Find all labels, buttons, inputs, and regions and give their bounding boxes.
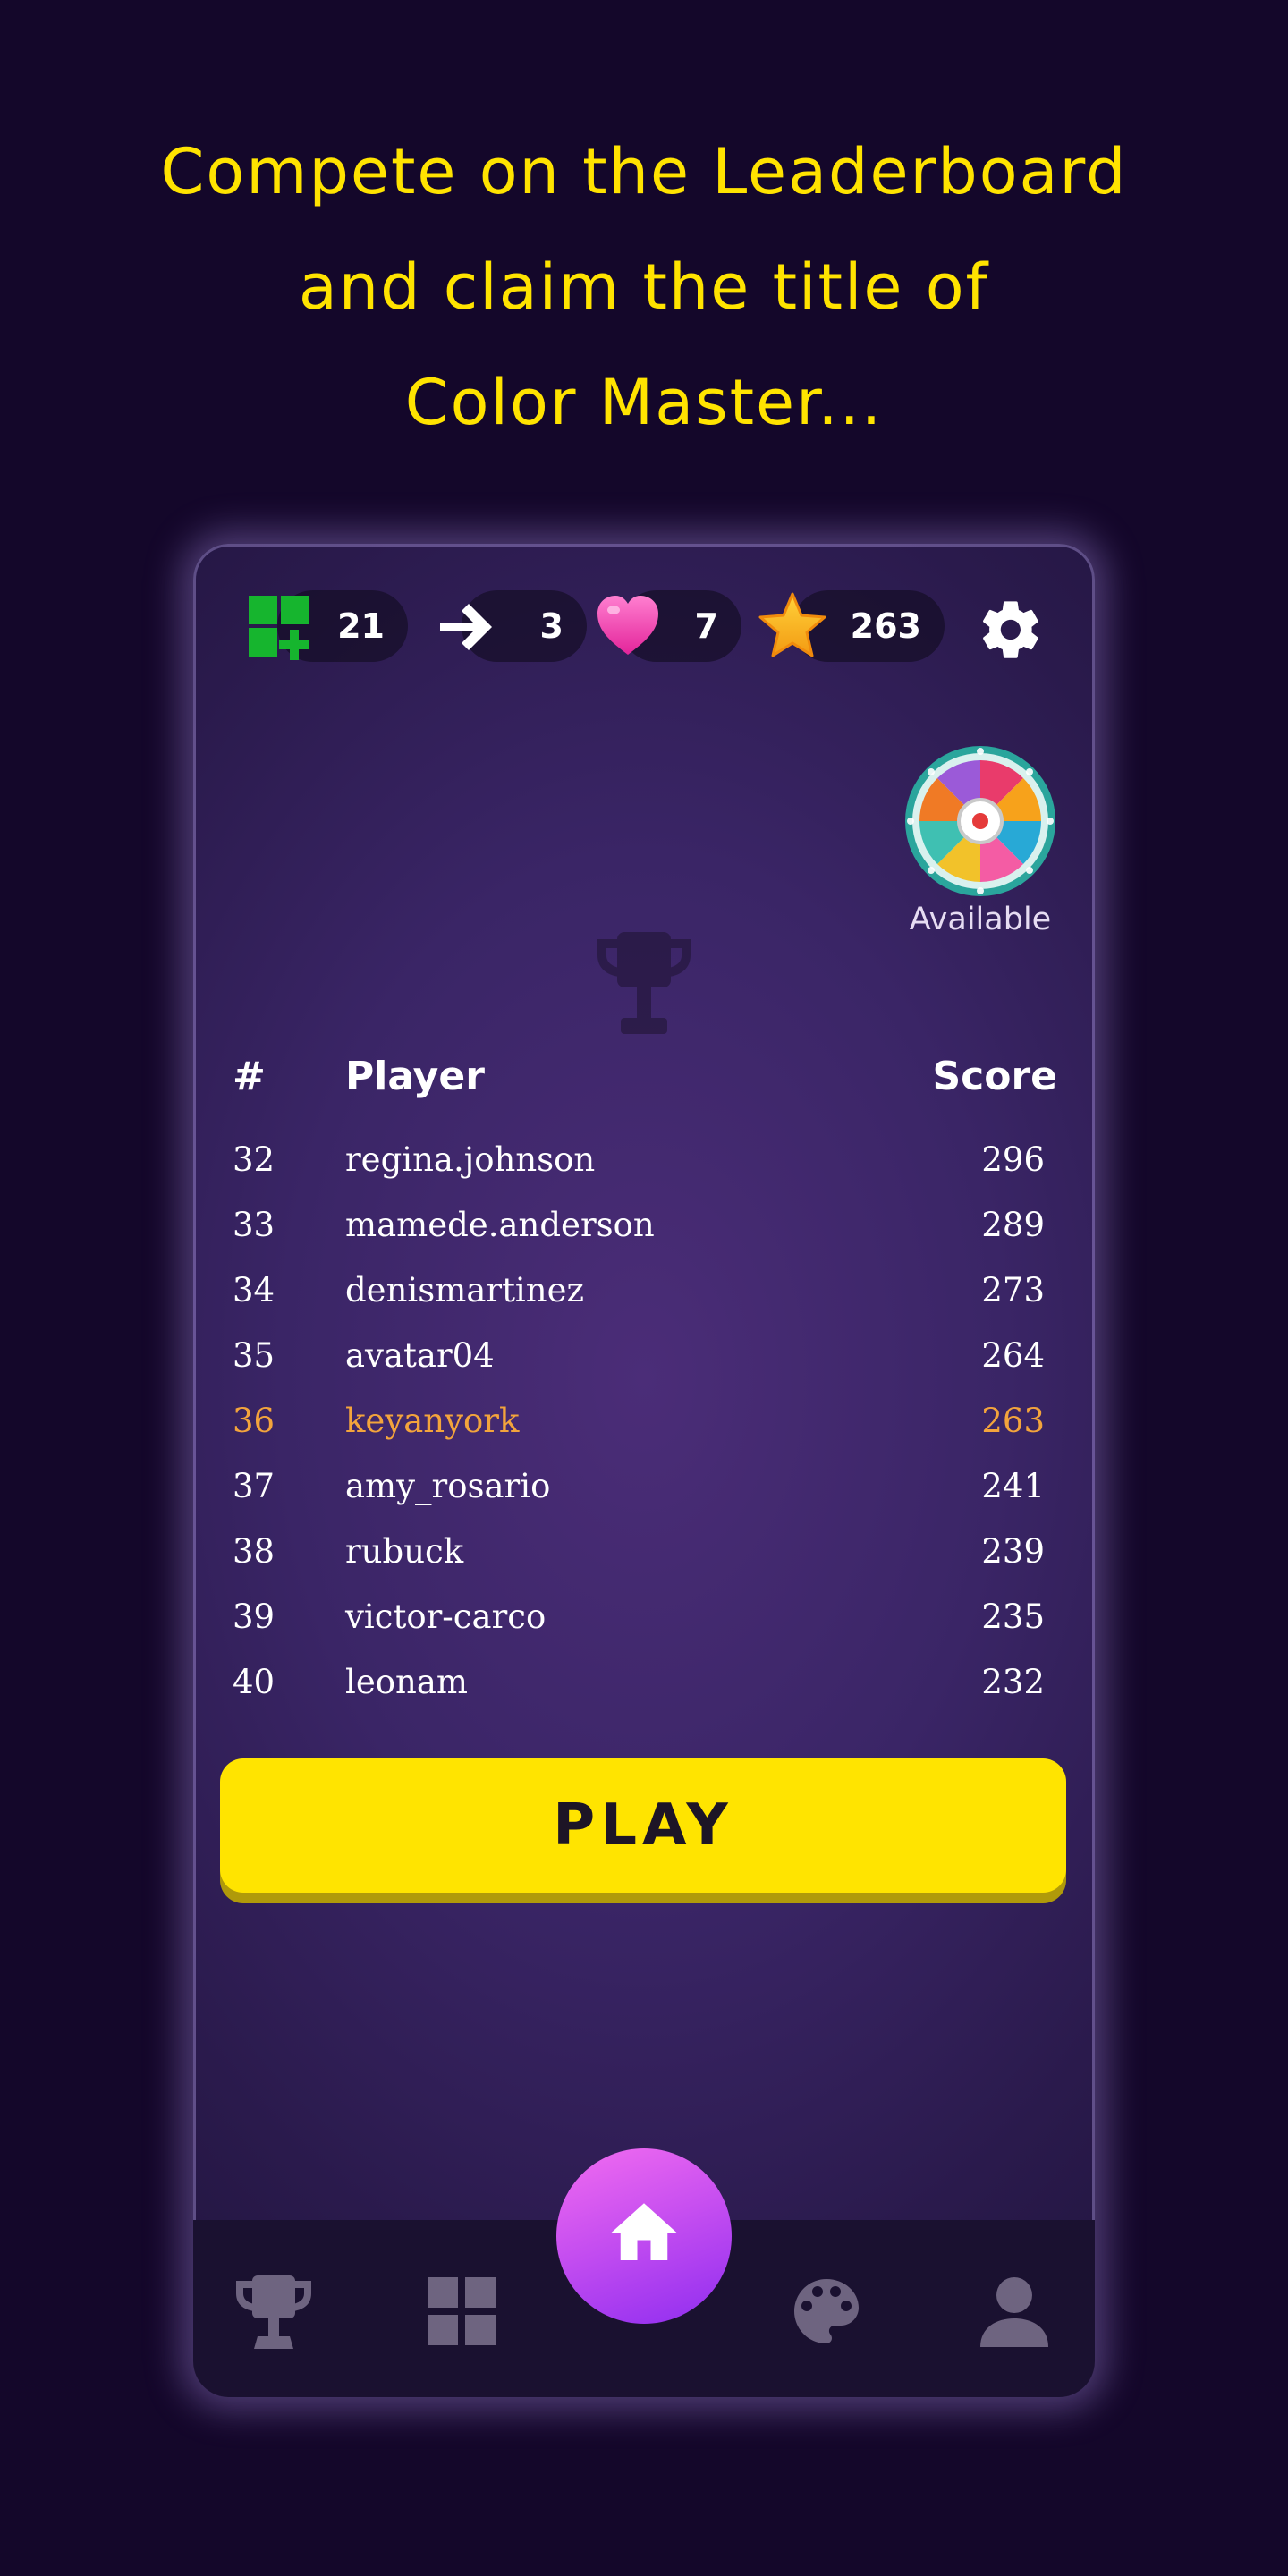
arrow-right-icon	[440, 604, 492, 650]
gold-star-icon	[758, 592, 826, 657]
leaderboard-list: 32 regina.johnson 296 33 mamede.anderson…	[193, 1127, 1095, 1715]
home-button[interactable]	[556, 2148, 732, 2324]
row-score: 241	[981, 1467, 1045, 1505]
row-player: mamede.anderson	[345, 1206, 655, 1244]
leaderboard-row: 32 regina.johnson 296	[193, 1127, 1095, 1192]
row-rank: 36	[233, 1402, 275, 1440]
leaderboard-row: 40 leonam 232	[193, 1649, 1095, 1715]
row-score: 264	[981, 1336, 1045, 1375]
row-player: victor-carco	[345, 1597, 547, 1636]
row-rank: 37	[233, 1467, 275, 1505]
header-score: Score	[932, 1054, 1057, 1099]
trophy-icon	[597, 932, 691, 1034]
row-score: 289	[981, 1206, 1045, 1244]
green-blocks-plus-icon	[249, 596, 309, 660]
leaderboard-row: 34 denismartinez 273	[193, 1258, 1095, 1323]
moves-stat[interactable]: 3	[435, 583, 587, 664]
headline-line-3: Color Master...	[404, 366, 884, 439]
row-score: 263	[981, 1402, 1045, 1440]
game-screen: 21 3 7 263 Available # Player Score 32 r…	[193, 544, 1095, 2397]
row-rank: 35	[233, 1336, 275, 1375]
headline-line-1: Compete on the Leaderboard	[160, 135, 1128, 208]
trophy-icon[interactable]	[231, 2268, 317, 2354]
row-score: 273	[981, 1271, 1045, 1309]
row-player: denismartinez	[345, 1271, 584, 1309]
row-rank: 32	[233, 1140, 275, 1179]
row-player: rubuck	[345, 1532, 464, 1571]
leaderboard-row-current-user: 36 keyanyork 263	[193, 1388, 1095, 1453]
row-rank: 39	[233, 1597, 275, 1636]
leaderboard-row: 38 rubuck 239	[193, 1519, 1095, 1584]
gear-icon[interactable]	[977, 596, 1045, 664]
headline: Compete on the Leaderboard and claim the…	[0, 114, 1288, 461]
wheel-status: Available	[909, 902, 1052, 937]
row-player: keyanyork	[345, 1402, 520, 1440]
row-rank: 34	[233, 1271, 275, 1309]
row-rank: 40	[233, 1663, 275, 1701]
leaderboard-row: 35 avatar04 264	[193, 1323, 1095, 1388]
lives-stat[interactable]: 7	[594, 583, 741, 664]
leaderboard-row: 37 amy_rosario 241	[193, 1453, 1095, 1519]
pink-heart-icon	[597, 596, 658, 655]
leaderboard-row: 33 mamede.anderson 289	[193, 1192, 1095, 1258]
row-score: 232	[981, 1663, 1045, 1701]
leaderboard-row: 39 victor-carco 235	[193, 1584, 1095, 1649]
row-player: leonam	[345, 1663, 468, 1701]
grid-icon[interactable]	[419, 2268, 504, 2354]
row-score: 239	[981, 1532, 1045, 1571]
palette-icon[interactable]	[784, 2268, 869, 2354]
row-player: avatar04	[345, 1336, 495, 1375]
play-button[interactable]: PLAY	[220, 1758, 1066, 1893]
row-score: 235	[981, 1597, 1045, 1636]
prize-wheel-icon[interactable]	[903, 744, 1057, 898]
home-icon	[610, 2203, 678, 2260]
headline-line-2: and claim the title of	[298, 250, 990, 324]
profile-icon[interactable]	[971, 2268, 1057, 2354]
header-rank: #	[233, 1054, 266, 1099]
row-rank: 33	[233, 1206, 275, 1244]
row-score: 296	[981, 1140, 1045, 1179]
row-rank: 38	[233, 1532, 275, 1571]
stars-stat[interactable]: 263	[757, 583, 945, 664]
row-player: amy_rosario	[345, 1467, 551, 1505]
blocks-stat[interactable]: 21	[247, 583, 408, 664]
row-player: regina.johnson	[345, 1140, 596, 1179]
header-player: Player	[345, 1054, 485, 1099]
